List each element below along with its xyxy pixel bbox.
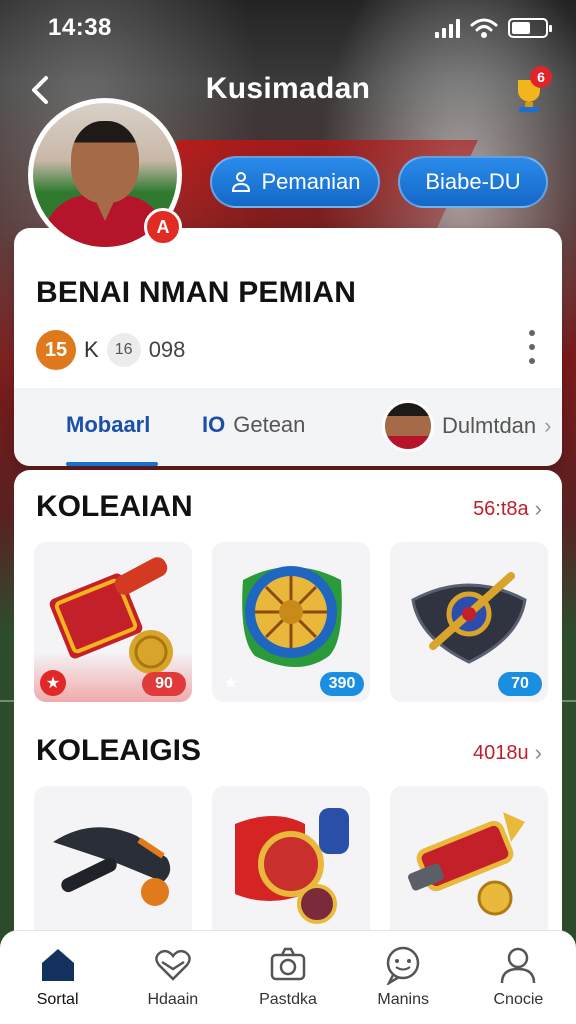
level-badge: 15 bbox=[36, 330, 76, 370]
star-icon: ★ bbox=[40, 670, 66, 696]
see-all-label: 56:t8a bbox=[473, 497, 529, 520]
friend-avatar bbox=[382, 400, 434, 452]
item-count-badge: 70 bbox=[498, 672, 542, 696]
trophy-button[interactable]: 6 bbox=[508, 66, 552, 114]
home-icon bbox=[41, 949, 74, 981]
tab-getean-icon: IO bbox=[202, 412, 226, 437]
nav-label: Cnocie bbox=[493, 991, 544, 1008]
meta-k: K bbox=[84, 337, 99, 362]
scroll-chest-icon bbox=[49, 557, 173, 674]
wheel-shield-icon bbox=[242, 566, 342, 667]
camera-icon bbox=[270, 947, 306, 981]
collection-item-red-scroll-medal[interactable] bbox=[212, 786, 370, 946]
nav-label: Hdaain bbox=[147, 991, 199, 1008]
chat-icon bbox=[386, 946, 420, 985]
status-bar: 14:38 bbox=[0, 0, 576, 56]
collection-item-red-gold-blaster[interactable] bbox=[390, 786, 548, 946]
status-time: 14:38 bbox=[48, 14, 112, 41]
shield-sword-icon bbox=[411, 572, 527, 664]
collection-title: KOLEAIGIS bbox=[36, 734, 202, 767]
gold-star-icon: ★ bbox=[223, 675, 239, 692]
user-icon bbox=[501, 947, 536, 984]
tab-dulmtdan[interactable]: Dulmtdan › bbox=[382, 400, 551, 452]
see-all-link[interactable]: 4018u › bbox=[473, 740, 542, 766]
see-all-link[interactable]: 56:t8a › bbox=[473, 496, 542, 522]
item-count-badge: 390 bbox=[320, 672, 364, 696]
nav-item-sortal[interactable]: Sortal bbox=[0, 931, 115, 1024]
collection-section-1: KOLEAIAN 56:t8a › ★ 90 ★ 390 70 bbox=[14, 470, 562, 714]
football-boot-icon bbox=[53, 827, 171, 906]
heart-icon bbox=[155, 949, 191, 981]
nav-label: Pastdka bbox=[259, 991, 317, 1008]
biabe-label: Biabe-DU bbox=[425, 169, 521, 194]
team-flag-badge: A bbox=[144, 208, 182, 246]
blaster-icon bbox=[408, 812, 525, 916]
trophy-badge: 6 bbox=[530, 66, 552, 88]
tab-getean[interactable]: IO Getean bbox=[202, 412, 305, 438]
tab-mobaarl[interactable]: Mobaarl bbox=[66, 412, 150, 438]
biabe-button[interactable]: Biabe-DU bbox=[398, 156, 548, 208]
player-meta: 15 K 16 098 bbox=[36, 330, 185, 370]
collection-item-green-wheel-shield[interactable]: ★ 390 bbox=[212, 542, 370, 702]
player-name: BENAI NMAN PEMIAN bbox=[36, 276, 357, 309]
tab-dulmtdan-label: Dulmtdan bbox=[442, 413, 537, 438]
collection-section-2: KOLEAIGIS 4018u › bbox=[14, 714, 562, 946]
status-icons bbox=[435, 17, 552, 39]
profile-tabs: Mobaarl IO Getean Dulmtdan › bbox=[14, 388, 562, 466]
signal-icon bbox=[435, 18, 460, 38]
collection-item-red-scroll-chest[interactable]: ★ 90 bbox=[34, 542, 192, 702]
more-options-button[interactable] bbox=[522, 330, 542, 364]
wifi-icon bbox=[470, 18, 498, 38]
bottom-nav: Sortal Hdaain Pastdka Manins Cnocie bbox=[0, 930, 576, 1024]
collection-items: ★ 90 ★ 390 70 bbox=[34, 542, 548, 702]
collection-item-black-shield-sword[interactable]: 70 bbox=[390, 542, 548, 702]
nav-item-manins[interactable]: Manins bbox=[346, 931, 461, 1024]
see-all-label: 4018u bbox=[473, 741, 529, 764]
nav-label: Sortal bbox=[36, 991, 79, 1008]
nav-item-pastdka[interactable]: Pastdka bbox=[230, 931, 345, 1024]
nav-item-cnocie[interactable]: Cnocie bbox=[461, 931, 576, 1024]
collection-item-football-boot[interactable] bbox=[34, 786, 192, 946]
active-tab-indicator bbox=[66, 462, 158, 466]
chevron-right-icon: › bbox=[534, 496, 542, 521]
tab-getean-label: Getean bbox=[233, 412, 306, 437]
collection-items bbox=[34, 786, 548, 946]
pemanian-button[interactable]: Pemanian bbox=[210, 156, 380, 208]
chevron-right-icon: › bbox=[534, 740, 542, 765]
battery-icon bbox=[508, 18, 552, 38]
person-icon bbox=[232, 172, 251, 192]
collection-title: KOLEAIAN bbox=[36, 490, 193, 523]
item-count-badge: 90 bbox=[142, 672, 186, 696]
scroll-medal-icon bbox=[235, 808, 349, 924]
chevron-right-icon: › bbox=[544, 413, 552, 438]
profile-card: BENAI NMAN PEMIAN 15 K 16 098 Mobaarl IO… bbox=[14, 228, 562, 466]
nav-label: Manins bbox=[377, 991, 429, 1008]
profile-avatar[interactable]: A bbox=[28, 98, 182, 252]
meta-number: 098 bbox=[148, 337, 186, 362]
nav-item-hdaain[interactable]: Hdaain bbox=[115, 931, 230, 1024]
meta-icon: 16 bbox=[106, 333, 141, 367]
pemanian-label: Pemanian bbox=[261, 169, 361, 194]
